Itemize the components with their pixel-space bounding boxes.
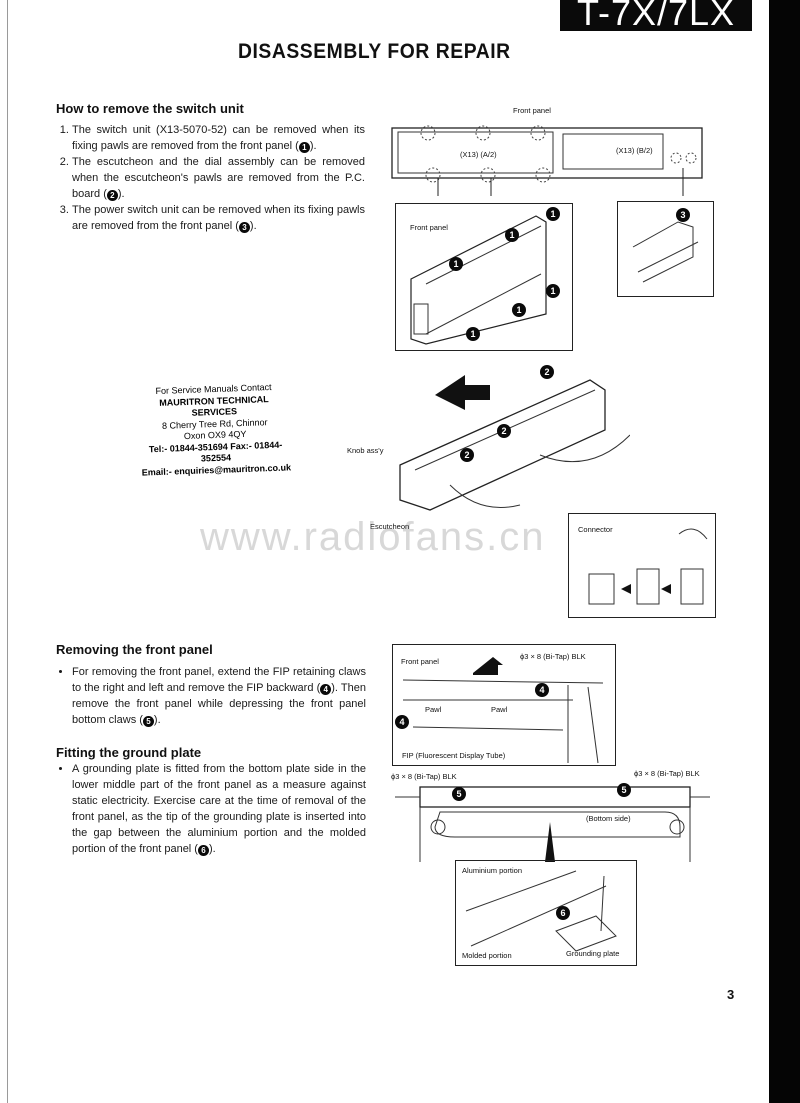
ref-badge: 2 (106, 190, 118, 201)
label-fip-screw: ϕ3 × 8 (Bi-Tap) BLK (520, 652, 586, 661)
ground-plate-text: A grounding plate is fitted from the bot… (56, 761, 366, 857)
heading-switch-unit: How to remove the switch unit (56, 101, 244, 116)
badge-3: 3 (676, 208, 690, 222)
bottom-side-diagram (395, 786, 710, 862)
inset-power-switch (617, 201, 714, 297)
ref-badge: 5 (142, 716, 154, 727)
bullet-tail: ). (153, 714, 161, 726)
step-text: The power switch unit can be removed whe… (72, 204, 365, 232)
badge-1: 1 (512, 303, 526, 317)
step-text: The switch unit (X13-5070-52) can be rem… (72, 124, 365, 152)
label-knob-assy: Knob ass'y (347, 446, 384, 455)
page-title: DISASSEMBLY FOR REPAIR (238, 40, 511, 63)
step-tail: ). (117, 188, 125, 200)
ref-badge: 6 (197, 845, 209, 856)
bullet-text: A grounding plate is fitted from the bot… (72, 763, 366, 855)
heading-front-panel: Removing the front panel (56, 642, 213, 657)
label-screw-right: ϕ3 × 8 (Bi-Tap) BLK (634, 769, 700, 778)
model-tag: T-7X/7LX (560, 0, 752, 31)
label-aluminium: Aluminium portion (462, 866, 523, 875)
label-molded: Molded portion (462, 951, 512, 960)
ref-badge: 4 (320, 684, 332, 695)
label-escutcheon: Escutcheon (370, 522, 410, 531)
label-front-panel: Front panel (513, 106, 551, 115)
bullet-tail: ). (208, 843, 216, 855)
badge-2: 2 (497, 424, 511, 438)
scan-edge-line (7, 0, 8, 1103)
step-tail: ). (249, 220, 257, 232)
label-pawl-right: Pawl (491, 705, 508, 714)
label-fip-front-panel: Front panel (401, 657, 439, 666)
label-bottom-side: (Bottom side) (586, 814, 631, 823)
bullet-ground-plate: A grounding plate is fitted from the bot… (72, 761, 366, 857)
badge-4: 4 (535, 683, 549, 697)
front-panel-strip-diagram (391, 125, 703, 196)
ref-badge: 3 (238, 222, 250, 233)
step-3: The power switch unit can be removed whe… (72, 202, 365, 234)
contact-stamp: For Service Manuals Contact MAURITRON TE… (138, 381, 292, 478)
badge-4: 4 (395, 715, 409, 729)
badge-2: 2 (540, 365, 554, 379)
label-screw-left: ϕ3 × 8 (Bi-Tap) BLK (391, 772, 457, 781)
label-pawl-left: Pawl (425, 705, 442, 714)
page-number: 3 (727, 987, 735, 1002)
front-panel-text: For removing the front panel, extend the… (56, 664, 366, 728)
badge-5: 5 (452, 787, 466, 801)
scan-edge-band (769, 0, 800, 1103)
power-switch-drawing (632, 221, 699, 283)
label-x13-a: (X13) (A/2) (460, 150, 497, 159)
badge-5: 5 (617, 783, 631, 797)
label-fip: FIP (Fluorescent Display Tube) (402, 751, 506, 760)
label-inset-front-panel: Front panel (410, 223, 448, 232)
label-x13-b: (X13) (B/2) (616, 146, 653, 155)
switch-unit-steps: The switch unit (X13-5070-52) can be rem… (56, 122, 365, 234)
step-tail: ). (309, 140, 317, 152)
bullet-front-panel: For removing the front panel, extend the… (72, 664, 366, 728)
badge-6: 6 (556, 906, 570, 920)
label-grounding: Grounding plate (566, 949, 620, 958)
label-connector: Connector (578, 525, 613, 534)
escutcheon-diagram (399, 375, 630, 511)
badge-1: 1 (505, 228, 519, 242)
badge-2: 2 (460, 448, 474, 462)
badge-1: 1 (466, 327, 480, 341)
badge-1: 1 (449, 257, 463, 271)
badge-1: 1 (546, 207, 560, 221)
step-2: The escutcheon and the dial assembly can… (72, 154, 365, 202)
heading-ground-plate: Fitting the ground plate (56, 745, 202, 760)
ref-badge: 1 (298, 142, 310, 153)
step-1: The switch unit (X13-5070-52) can be rem… (72, 122, 365, 154)
badge-1: 1 (546, 284, 560, 298)
